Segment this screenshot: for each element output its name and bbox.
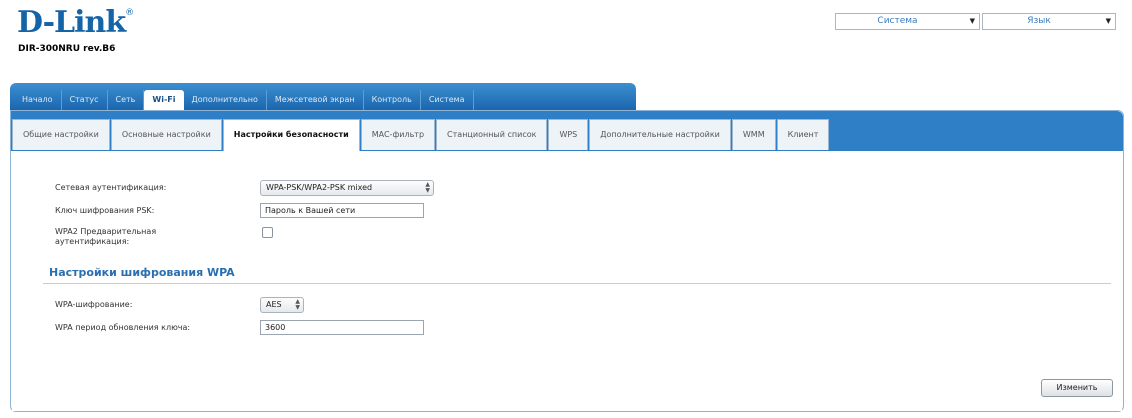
subnav-tab-8[interactable]: Клиент (776, 119, 830, 150)
logo-text: D-Link (17, 5, 126, 40)
chevron-down-icon: ▼ (1105, 17, 1111, 25)
preauth-checkbox[interactable] (262, 227, 273, 238)
nav-tab-3[interactable]: Wi-Fi (144, 90, 184, 110)
preauth-label-line-1: WPA2 Предварительная (55, 227, 157, 236)
chevron-down-icon: ▼ (969, 17, 975, 25)
preauth-label-line-2: аутентификация: (55, 237, 130, 246)
spinner-arrows-icon: ▲ ▼ (295, 298, 300, 311)
preauth-label: WPA2 Предварительная аутентификация: (55, 227, 156, 247)
language-select[interactable]: Язык ▼ (982, 13, 1116, 30)
subnav-tab-2[interactable]: Настройки безопасности (222, 119, 360, 151)
wpa-section-title: Настройки шифрования WPA (49, 266, 235, 279)
device-model: DIR-300NRU rev.B6 (18, 44, 116, 54)
system-select-label: Система (877, 16, 918, 26)
system-select[interactable]: Система ▼ (835, 13, 980, 30)
rekey-label: WPA период обновления ключа: (55, 323, 191, 332)
registered-mark-icon: ® (125, 8, 135, 18)
auth-select[interactable]: WPA-PSK/WPA2-PSK mixed ▲ ▼ (260, 180, 434, 196)
auth-select-value: WPA-PSK/WPA2-PSK mixed (266, 183, 373, 192)
cipher-select-value: AES (266, 300, 282, 309)
cipher-select[interactable]: AES ▲ ▼ (260, 297, 304, 313)
subnav-tab-0[interactable]: Общие настройки (12, 119, 110, 150)
nav-tab-7[interactable]: Система (421, 90, 474, 110)
psk-input[interactable]: Пароль к Вашей сети (260, 203, 424, 218)
security-settings-form: Сетевая аутентификация: WPA-PSK/WPA2-PSK… (12, 151, 1122, 411)
language-select-label: Язык (1027, 16, 1051, 26)
subnav-tab-7[interactable]: WMM (731, 119, 776, 150)
subnav-tab-3[interactable]: MAC-фильтр (360, 119, 436, 150)
nav-tab-2[interactable]: Сеть (108, 90, 145, 110)
main-nav: Начало Статус Сеть Wi-Fi Дополнительно Межсет… (10, 83, 636, 110)
main-panel: Общие настройки Основные настройки Настрой… (10, 110, 1124, 412)
sub-nav: Общие настройки Основные настройки Настрой… (11, 111, 1123, 151)
sub-nav-tabs: Общие настройки Основные настройки Настрой… (11, 119, 830, 151)
spinner-arrows-icon: ▲ ▼ (425, 181, 430, 194)
rekey-input[interactable]: 3600 (260, 320, 424, 335)
apply-button[interactable]: Изменить (1041, 379, 1113, 397)
section-divider (43, 283, 1111, 284)
subnav-tab-5[interactable]: WPS (548, 119, 589, 150)
nav-tab-1[interactable]: Статус (62, 90, 108, 110)
subnav-tab-4[interactable]: Станционный список (436, 119, 548, 150)
nav-tab-4[interactable]: Дополнительно (184, 90, 267, 110)
psk-label: Ключ шифрования PSK: (55, 206, 155, 215)
nav-tab-6[interactable]: Контроль (364, 90, 421, 110)
nav-tab-0[interactable]: Начало (14, 90, 62, 110)
subnav-tab-1[interactable]: Основные настройки (110, 119, 222, 150)
nav-tab-5[interactable]: Межсетевой экран (267, 90, 364, 110)
subnav-tab-6[interactable]: Дополнительные настройки (589, 119, 731, 150)
auth-label: Сетевая аутентификация: (55, 183, 167, 192)
dlink-logo: D-Link® (17, 8, 134, 38)
cipher-label: WPA-шифрование: (55, 300, 133, 309)
